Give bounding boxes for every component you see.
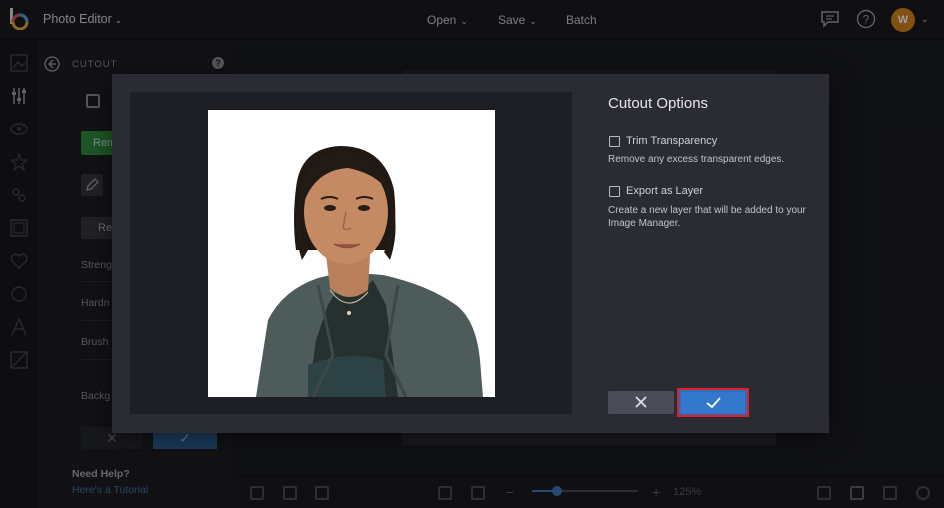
cutout-options-panel	[590, 74, 829, 433]
dialog-cancel-button[interactable]	[608, 391, 674, 414]
export-as-layer-label[interactable]: Export as Layer	[626, 185, 703, 197]
apply-button-fill	[681, 392, 745, 413]
trim-transparency-label[interactable]: Trim Transparency	[626, 135, 717, 147]
dialog-title: Cutout Options	[608, 95, 709, 112]
cutout-preview-image	[208, 110, 495, 397]
trim-transparency-description: Remove any excess transparent edges.	[608, 154, 785, 165]
close-icon	[635, 396, 647, 408]
dialog-apply-button[interactable]	[677, 388, 749, 417]
export-as-layer-checkbox[interactable]	[609, 186, 620, 197]
export-as-layer-description: Create a new layer that will be added to…	[608, 205, 806, 229]
portrait-photo	[208, 110, 495, 397]
trim-transparency-checkbox[interactable]	[609, 136, 620, 147]
check-icon	[706, 397, 721, 409]
